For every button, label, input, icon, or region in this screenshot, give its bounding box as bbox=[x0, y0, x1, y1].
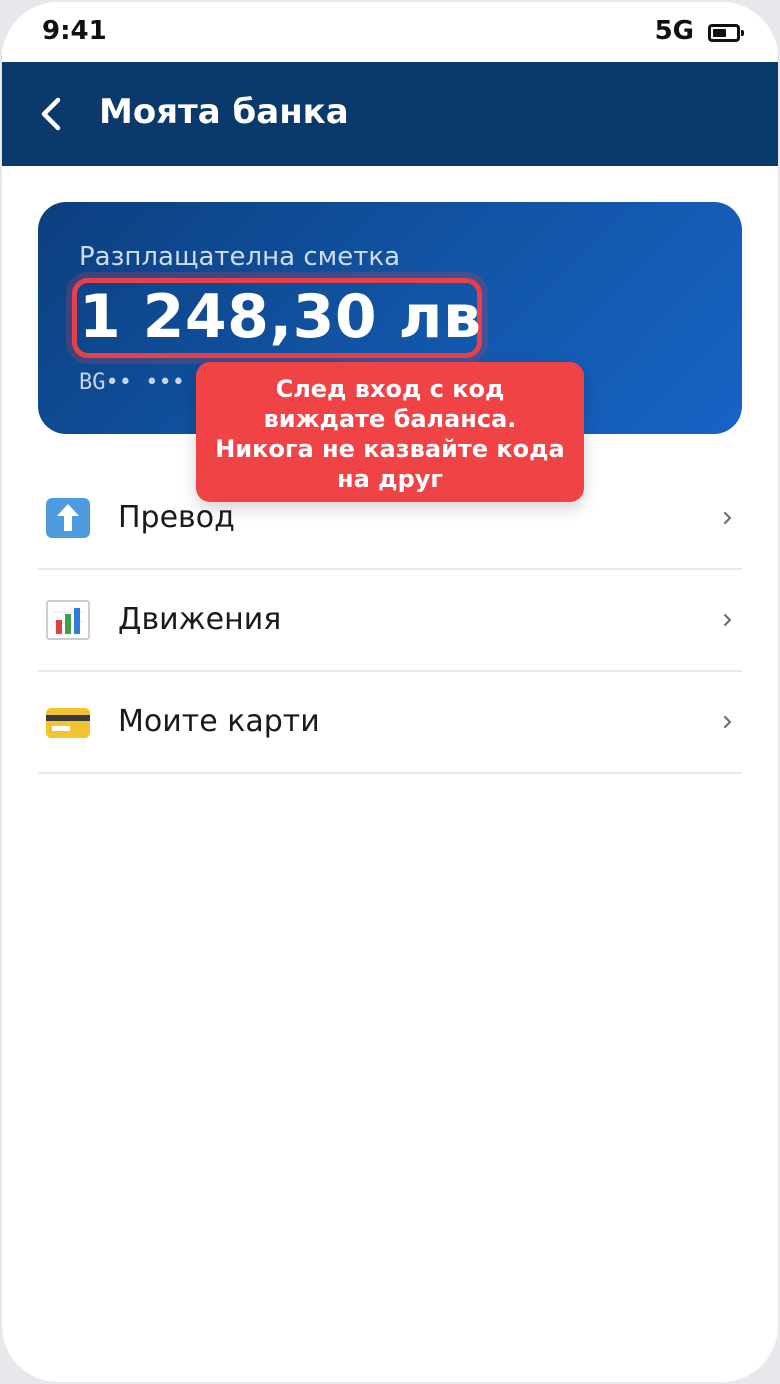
account-type-label: Разплащателна сметка bbox=[79, 242, 401, 272]
menu-item-label: Превод bbox=[118, 500, 235, 535]
chevron-left-icon bbox=[41, 97, 61, 131]
masked-iban: BG•• ••• bbox=[79, 370, 185, 395]
phone-screen: 9:41 5G Моята банка Разплащателна сметка… bbox=[2, 2, 778, 1382]
status-time: 9:41 bbox=[42, 16, 107, 46]
credit-card-icon bbox=[46, 708, 90, 738]
actions-menu: Превод Движения Моите карти bbox=[38, 468, 742, 774]
account-balance: 1 248,30 лв bbox=[79, 282, 482, 352]
menu-item-cards[interactable]: Моите карти bbox=[38, 672, 742, 774]
chevron-right-icon bbox=[723, 613, 732, 627]
menu-item-transfer[interactable]: Превод bbox=[38, 468, 742, 570]
app-header: Моята банка bbox=[2, 62, 778, 166]
network-indicator: 5G bbox=[654, 16, 694, 46]
battery-icon bbox=[708, 24, 744, 42]
upload-arrow-icon bbox=[46, 498, 90, 538]
menu-item-label: Движения bbox=[118, 602, 282, 637]
status-bar: 9:41 5G bbox=[2, 2, 778, 62]
bar-chart-icon bbox=[46, 600, 90, 640]
back-button[interactable] bbox=[34, 88, 78, 140]
page-title: Моята банка bbox=[99, 92, 349, 132]
menu-item-transactions[interactable]: Движения bbox=[38, 570, 742, 672]
menu-item-label: Моите карти bbox=[118, 704, 320, 739]
chevron-right-icon bbox=[723, 715, 732, 729]
chevron-right-icon bbox=[723, 511, 732, 525]
